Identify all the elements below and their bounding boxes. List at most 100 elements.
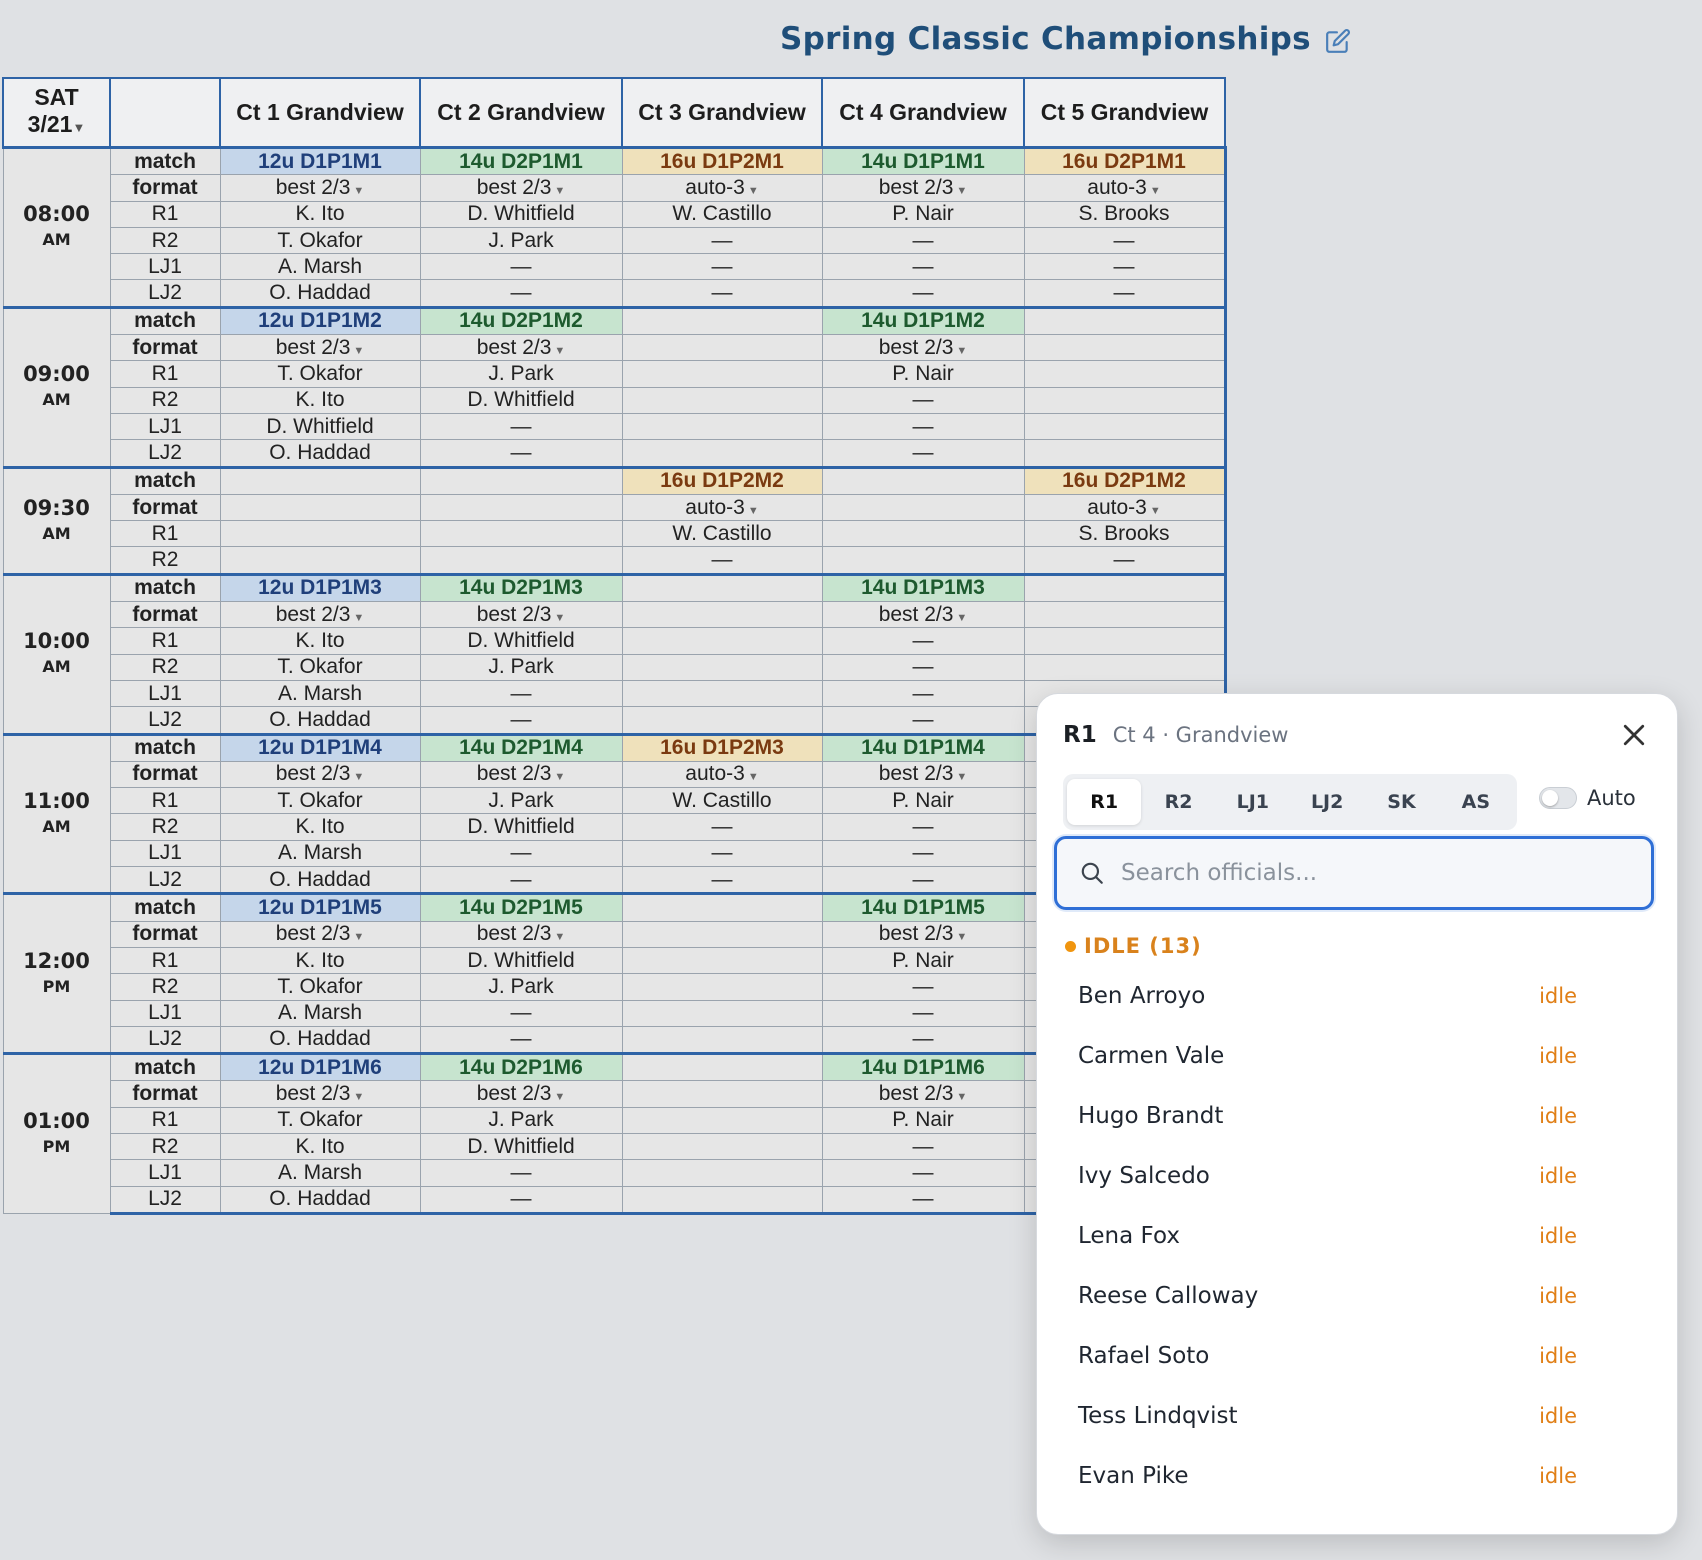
format-cell[interactable]: best 2/3 ▼ bbox=[821, 1080, 1025, 1108]
official-cell[interactable]: O. Haddad bbox=[219, 1185, 421, 1215]
official-cell[interactable] bbox=[419, 546, 623, 576]
official-cell[interactable]: P. Nair bbox=[821, 946, 1025, 975]
match-cell[interactable] bbox=[1023, 572, 1227, 603]
official-cell[interactable]: K. Ito bbox=[219, 386, 421, 414]
official-cell[interactable]: — bbox=[419, 839, 623, 868]
official-cell[interactable]: — bbox=[821, 706, 1025, 736]
match-cell[interactable]: 14u D1P1M5 bbox=[821, 892, 1025, 922]
official-cell[interactable]: — bbox=[821, 1025, 1025, 1056]
official-cell[interactable] bbox=[1023, 386, 1227, 414]
official-cell[interactable]: P. Nair bbox=[821, 360, 1025, 388]
official-cell[interactable]: W. Castillo bbox=[621, 787, 823, 815]
official-cell[interactable]: K. Ito bbox=[219, 813, 421, 841]
format-cell[interactable] bbox=[621, 1080, 823, 1108]
match-cell[interactable] bbox=[621, 1052, 823, 1082]
official-cell[interactable]: W. Castillo bbox=[621, 200, 823, 228]
format-cell[interactable]: best 2/3 ▼ bbox=[219, 760, 421, 789]
match-cell[interactable] bbox=[621, 892, 823, 922]
match-cell[interactable]: 12u D1P1M1 bbox=[219, 145, 421, 176]
official-cell[interactable] bbox=[621, 412, 823, 441]
official-cell[interactable]: D. Whitfield bbox=[219, 412, 421, 441]
official-cell[interactable] bbox=[219, 546, 421, 576]
official-cell[interactable]: D. Whitfield bbox=[419, 946, 623, 975]
match-cell[interactable]: 12u D1P1M2 bbox=[219, 305, 421, 336]
official-cell[interactable]: — bbox=[419, 1025, 623, 1056]
official-cell[interactable]: J. Park bbox=[419, 973, 623, 1001]
official-cell[interactable] bbox=[621, 1106, 823, 1134]
official-cell[interactable]: P. Nair bbox=[821, 1106, 1025, 1134]
official-cell[interactable]: K. Ito bbox=[219, 627, 421, 655]
official-cell[interactable] bbox=[1023, 653, 1227, 681]
close-button[interactable] bbox=[1619, 720, 1649, 750]
official-cell[interactable]: — bbox=[821, 653, 1025, 681]
format-cell[interactable]: best 2/3 ▼ bbox=[219, 174, 421, 202]
format-cell[interactable]: best 2/3 ▼ bbox=[821, 174, 1025, 202]
format-cell[interactable]: best 2/3 ▼ bbox=[219, 601, 421, 629]
official-cell[interactable]: O. Haddad bbox=[219, 866, 421, 896]
official-cell[interactable]: — bbox=[821, 439, 1025, 469]
official-cell[interactable]: T. Okafor bbox=[219, 653, 421, 681]
official-cell[interactable]: — bbox=[1023, 279, 1227, 309]
official-cell[interactable]: J. Park bbox=[419, 226, 623, 255]
match-cell[interactable]: 14u D2P1M3 bbox=[419, 572, 623, 603]
official-cell[interactable] bbox=[621, 1025, 823, 1056]
official-cell[interactable]: D. Whitfield bbox=[419, 1132, 623, 1161]
official-cell[interactable]: — bbox=[419, 679, 623, 708]
official-cell[interactable]: — bbox=[821, 679, 1025, 708]
official-cell[interactable]: — bbox=[821, 279, 1025, 309]
official-cell[interactable]: — bbox=[1023, 546, 1227, 576]
official-cell[interactable]: — bbox=[821, 253, 1025, 281]
official-cell[interactable]: D. Whitfield bbox=[419, 386, 623, 414]
match-cell[interactable]: 16u D1P2M1 bbox=[621, 145, 823, 176]
official-cell[interactable]: S. Brooks bbox=[1023, 520, 1227, 548]
official-cell[interactable] bbox=[621, 653, 823, 681]
official-cell[interactable] bbox=[621, 679, 823, 708]
official-cell[interactable] bbox=[419, 520, 623, 548]
format-cell[interactable]: best 2/3 ▼ bbox=[821, 334, 1025, 362]
tab-lj2[interactable]: LJ2 bbox=[1290, 779, 1364, 825]
official-cell[interactable]: — bbox=[821, 839, 1025, 868]
official-list-item[interactable]: Hugo Brandt idle bbox=[1037, 1086, 1677, 1146]
official-cell[interactable]: — bbox=[419, 279, 623, 309]
format-cell[interactable]: best 2/3 ▼ bbox=[419, 760, 623, 789]
match-cell[interactable]: 14u D1P1M2 bbox=[821, 305, 1025, 336]
match-cell[interactable]: 14u D1P1M3 bbox=[821, 572, 1025, 603]
official-cell[interactable]: T. Okafor bbox=[219, 973, 421, 1001]
match-cell[interactable] bbox=[219, 465, 421, 495]
official-cell[interactable]: — bbox=[621, 839, 823, 868]
official-cell[interactable]: — bbox=[821, 226, 1025, 255]
official-cell[interactable] bbox=[1023, 627, 1227, 655]
auto-switch[interactable] bbox=[1539, 787, 1577, 809]
official-cell[interactable]: O. Haddad bbox=[219, 706, 421, 736]
official-cell[interactable]: O. Haddad bbox=[219, 279, 421, 309]
match-cell[interactable] bbox=[621, 572, 823, 603]
official-cell[interactable]: D. Whitfield bbox=[419, 813, 623, 841]
court-header[interactable]: Ct 1 Grandview bbox=[219, 77, 421, 149]
match-cell[interactable]: 14u D2P1M2 bbox=[419, 305, 623, 336]
official-cell[interactable]: — bbox=[821, 1185, 1025, 1215]
official-cell[interactable] bbox=[621, 386, 823, 414]
official-cell[interactable]: T. Okafor bbox=[219, 360, 421, 388]
match-cell[interactable]: 14u D1P1M4 bbox=[821, 732, 1025, 762]
official-cell[interactable] bbox=[621, 439, 823, 469]
official-cell[interactable] bbox=[821, 520, 1025, 548]
official-list-item[interactable]: Tess Lindqvist idle bbox=[1037, 1386, 1677, 1446]
tab-as[interactable]: AS bbox=[1439, 779, 1513, 825]
court-header[interactable]: Ct 2 Grandview bbox=[419, 77, 623, 149]
format-cell[interactable]: best 2/3 ▼ bbox=[219, 920, 421, 948]
official-cell[interactable]: — bbox=[821, 866, 1025, 896]
official-cell[interactable]: — bbox=[621, 866, 823, 896]
format-cell[interactable]: best 2/3 ▼ bbox=[219, 334, 421, 362]
format-cell[interactable]: auto-3 ▼ bbox=[621, 760, 823, 789]
court-header[interactable]: Ct 4 Grandview bbox=[821, 77, 1025, 149]
official-list-item[interactable]: Ben Arroyo idle bbox=[1037, 966, 1677, 1026]
official-list-item[interactable]: Carmen Vale idle bbox=[1037, 1026, 1677, 1086]
official-cell[interactable] bbox=[621, 973, 823, 1001]
official-cell[interactable]: A. Marsh bbox=[219, 1159, 421, 1187]
official-cell[interactable]: — bbox=[821, 386, 1025, 414]
format-cell[interactable]: best 2/3 ▼ bbox=[419, 174, 623, 202]
official-cell[interactable]: T. Okafor bbox=[219, 1106, 421, 1134]
official-cell[interactable] bbox=[1023, 439, 1227, 469]
official-list-item[interactable]: Lena Fox idle bbox=[1037, 1206, 1677, 1266]
official-cell[interactable] bbox=[821, 546, 1025, 576]
